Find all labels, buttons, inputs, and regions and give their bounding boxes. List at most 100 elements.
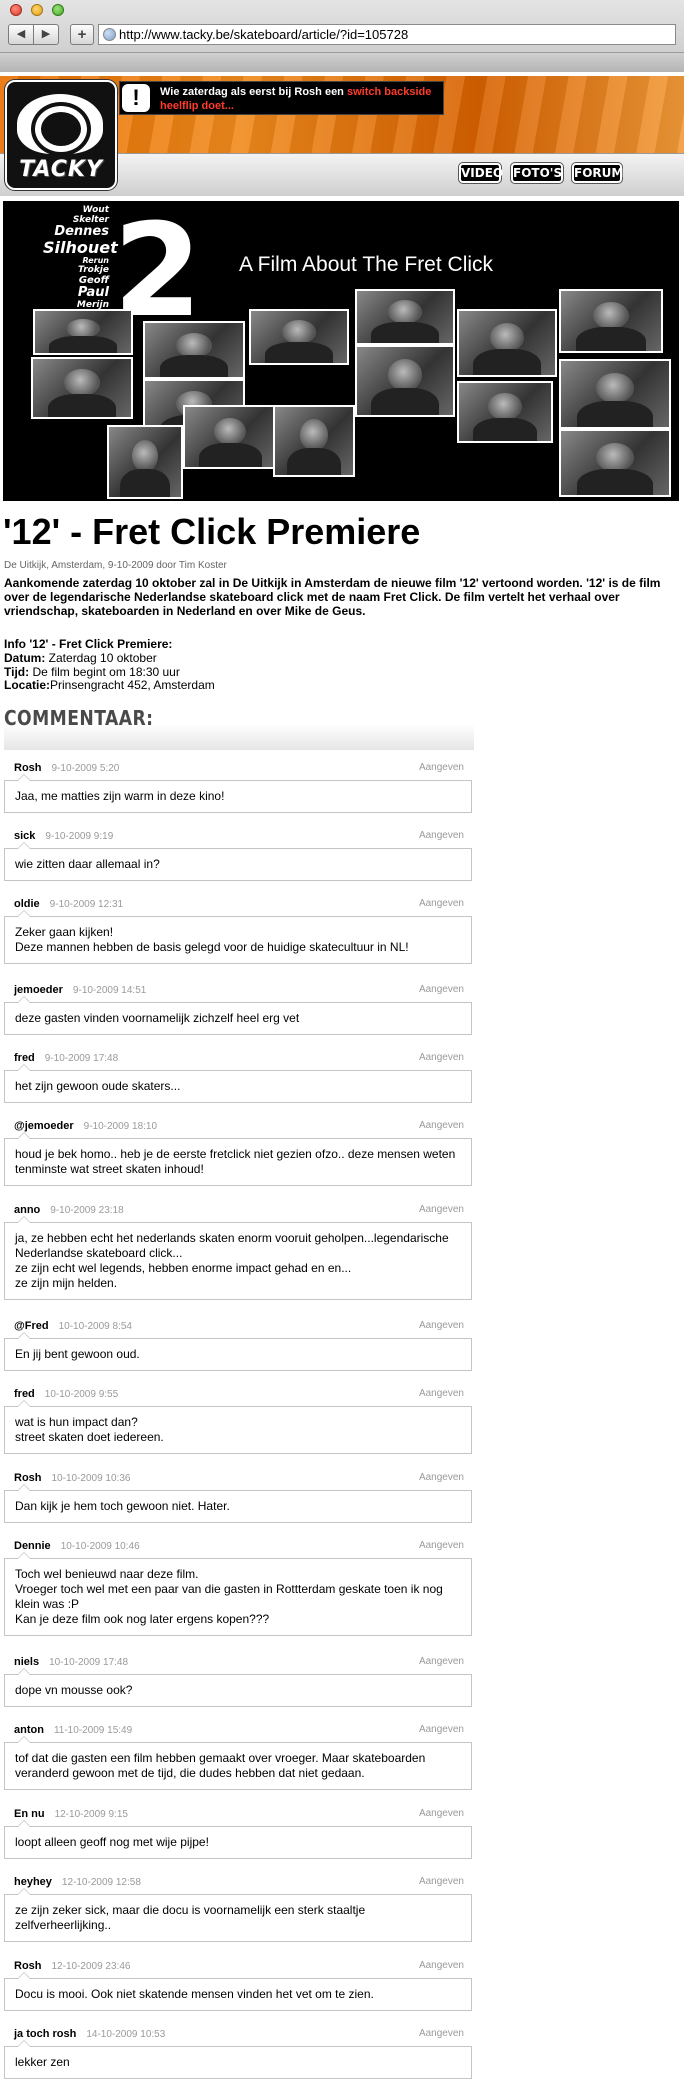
comment-text-line: zelfverheerlijking.. bbox=[15, 1918, 112, 1932]
comment-body: deze gasten vinden voornamelijk zichzelf… bbox=[4, 996, 472, 1035]
address-bar[interactable]: http://www.tacky.be/skateboard/article/?… bbox=[98, 24, 676, 45]
site-favicon-icon bbox=[103, 28, 116, 41]
comment-author: En nu bbox=[14, 1808, 45, 1820]
hero-photo bbox=[33, 309, 133, 355]
comment-body: Dan kijk je hem toch gewoon niet. Hater. bbox=[4, 1484, 472, 1523]
hero-banner: Wout Skelter Dennes Silhouet Rerun Trokje Geof… bbox=[3, 201, 679, 501]
comment-body: Zeker gaan kijken! Deze mannen hebben de … bbox=[4, 910, 472, 964]
comment-text-line: Nederlandse skateboard click... bbox=[15, 1246, 183, 1260]
hero-name: Wout bbox=[82, 205, 109, 215]
report-comment-link[interactable]: Aangeven bbox=[419, 828, 464, 844]
comments-heading-text: COMMENTAAR: bbox=[4, 706, 154, 730]
comment-body: lekker zen bbox=[4, 2040, 472, 2079]
comment-date: 10-10-2009 9:55 bbox=[44, 1389, 119, 1400]
nav-fotos[interactable]: FOTO'S bbox=[511, 163, 563, 183]
exclamation-icon: ! bbox=[122, 84, 150, 112]
bookmarks-bar bbox=[0, 52, 684, 72]
comment-body: En jij bent gewoon oud. bbox=[4, 1332, 472, 1371]
comment-date: 10-10-2009 8:54 bbox=[58, 1321, 132, 1332]
report-comment-link[interactable]: Aangeven bbox=[419, 1722, 464, 1738]
comment-date: 12-10-2009 12:58 bbox=[61, 1877, 141, 1888]
comment-body: ja, ze hebben echt het nederlands skaten… bbox=[4, 1216, 472, 1300]
comment-text-line: veranderd gewoon met de tijd, die dudes … bbox=[15, 1766, 365, 1780]
comment-header: sick 9-10-2009 9:19 Aangeven bbox=[14, 828, 464, 844]
report-comment-link[interactable]: Aangeven bbox=[419, 982, 464, 998]
report-comment-link[interactable]: Aangeven bbox=[419, 1202, 464, 1218]
nav-video[interactable]: VIDEO bbox=[459, 163, 503, 183]
comment-date: 12-10-2009 9:15 bbox=[54, 1809, 128, 1820]
comment-body: het zijn gewoon oude skaters... bbox=[4, 1064, 472, 1103]
site-header: TACKY ! Wie zaterdag als eerst bij Rosh … bbox=[0, 76, 684, 196]
comment-body: dope vn mousse ook? bbox=[4, 1668, 472, 1707]
back-button[interactable]: ◀ bbox=[8, 24, 34, 45]
forward-button[interactable]: ▶ bbox=[33, 24, 59, 45]
comment-text-line: street skaten doet iedereen. bbox=[15, 1430, 164, 1444]
comment-date: 9-10-2009 17:48 bbox=[44, 1053, 119, 1064]
report-comment-link[interactable]: Aangeven bbox=[419, 1958, 464, 1974]
comment-header: ja toch rosh 14-10-2009 10:53 Aangeven bbox=[14, 2026, 464, 2042]
comment-date: 9-10-2009 9:19 bbox=[45, 831, 114, 842]
hero-name: Silhouet bbox=[43, 238, 118, 257]
comment-author: jemoeder bbox=[14, 984, 63, 996]
comment-text-line: Deze mannen hebben de basis gelegd voor … bbox=[15, 940, 409, 954]
comment-header: Rosh 9-10-2009 5:20 Aangeven bbox=[14, 760, 464, 776]
comment-author: fred bbox=[14, 1388, 35, 1400]
comment-body: ze zijn zeker sick, maar die docu is voo… bbox=[4, 1888, 472, 1942]
report-comment-link[interactable]: Aangeven bbox=[419, 1470, 464, 1486]
hero-name: Paul bbox=[77, 285, 109, 300]
comment-text-line: Zeker gaan kijken! bbox=[15, 925, 114, 939]
comment-author: @Fred bbox=[14, 1320, 49, 1332]
comment-body: wat is hun impact dan? street skaten doet… bbox=[4, 1400, 472, 1454]
comment-text-line: ze zijn zeker sick, maar die docu is voo… bbox=[15, 1903, 366, 1917]
comment-date: 9-10-2009 5:20 bbox=[51, 763, 120, 774]
event-info: Info '12' - Fret Click Premiere: Datum: … bbox=[4, 637, 404, 693]
hero-name: Dennes bbox=[54, 224, 109, 239]
comment-body: tof dat die gasten een film hebben gemaa… bbox=[4, 1736, 472, 1790]
hero-photo bbox=[249, 309, 349, 365]
comment-text-line: dope vn mousse ook? bbox=[15, 1683, 133, 1697]
comment-header: niels 10-10-2009 17:48 Aangeven bbox=[14, 1654, 464, 1670]
comment-text-line: lekker zen bbox=[15, 2055, 70, 2069]
report-comment-link[interactable]: Aangeven bbox=[419, 1386, 464, 1402]
comment-body: wie zitten daar allemaal in? bbox=[4, 842, 472, 881]
comment-date: 9-10-2009 12:31 bbox=[49, 899, 124, 910]
tacky-logo[interactable]: TACKY bbox=[5, 80, 117, 190]
report-comment-link[interactable]: Aangeven bbox=[419, 1050, 464, 1066]
comment-body: Jaa, me matties zijn warm in deze kino! bbox=[4, 774, 472, 813]
report-comment-link[interactable]: Aangeven bbox=[419, 896, 464, 912]
article-title: '12' - Fret Click Premiere bbox=[3, 511, 421, 552]
report-comment-link[interactable]: Aangeven bbox=[419, 2026, 464, 2042]
report-comment-link[interactable]: Aangeven bbox=[419, 760, 464, 776]
comment-text-line: Dan kijk je hem toch gewoon niet. Hater. bbox=[15, 1499, 230, 1513]
comment-body: Toch wel benieuwd naar deze film. Vroeger… bbox=[4, 1552, 472, 1636]
comment-author: Rosh bbox=[14, 1960, 42, 1972]
comment-header: fred 10-10-2009 9:55 Aangeven bbox=[14, 1386, 464, 1402]
window-minimize-button[interactable] bbox=[31, 4, 43, 16]
hero-photo bbox=[559, 429, 671, 497]
comment-author: ja toch rosh bbox=[14, 2028, 77, 2040]
comment-date: 10-10-2009 10:36 bbox=[51, 1473, 131, 1484]
comment-date: 11-10-2009 15:49 bbox=[53, 1725, 133, 1736]
comment-date: 10-10-2009 17:48 bbox=[49, 1657, 129, 1668]
hero-photo bbox=[559, 359, 671, 429]
comment-text-line: het zijn gewoon oude skaters... bbox=[15, 1079, 181, 1093]
article-meta: De Uitkijk, Amsterdam, 9-10-2009 door Ti… bbox=[4, 560, 227, 571]
address-bar-url: http://www.tacky.be/skateboard/article/?… bbox=[119, 27, 409, 42]
report-comment-link[interactable]: Aangeven bbox=[419, 1118, 464, 1134]
hero-photo bbox=[457, 381, 553, 443]
alert-text: Wie zaterdag als eerst bij Rosh een swit… bbox=[160, 85, 440, 113]
report-comment-link[interactable]: Aangeven bbox=[419, 1654, 464, 1670]
report-comment-link[interactable]: Aangeven bbox=[419, 1806, 464, 1822]
report-comment-link[interactable]: Aangeven bbox=[419, 1538, 464, 1554]
alert-banner[interactable]: ! Wie zaterdag als eerst bij Rosh een sw… bbox=[119, 81, 444, 115]
add-bookmark-button[interactable]: + bbox=[70, 24, 94, 45]
info-value: Prinsengracht 452, Amsterdam bbox=[50, 678, 215, 693]
nav-forum[interactable]: FORUM bbox=[572, 163, 623, 183]
comment-text-line: loopt alleen geoff nog met wije pijpe! bbox=[15, 1835, 209, 1849]
hero-photo bbox=[355, 345, 455, 417]
report-comment-link[interactable]: Aangeven bbox=[419, 1874, 464, 1890]
article-intro: Aankomende zaterdag 10 oktober zal in De… bbox=[4, 576, 661, 618]
window-zoom-button[interactable] bbox=[52, 4, 64, 16]
window-close-button[interactable] bbox=[10, 4, 22, 16]
report-comment-link[interactable]: Aangeven bbox=[419, 1318, 464, 1334]
